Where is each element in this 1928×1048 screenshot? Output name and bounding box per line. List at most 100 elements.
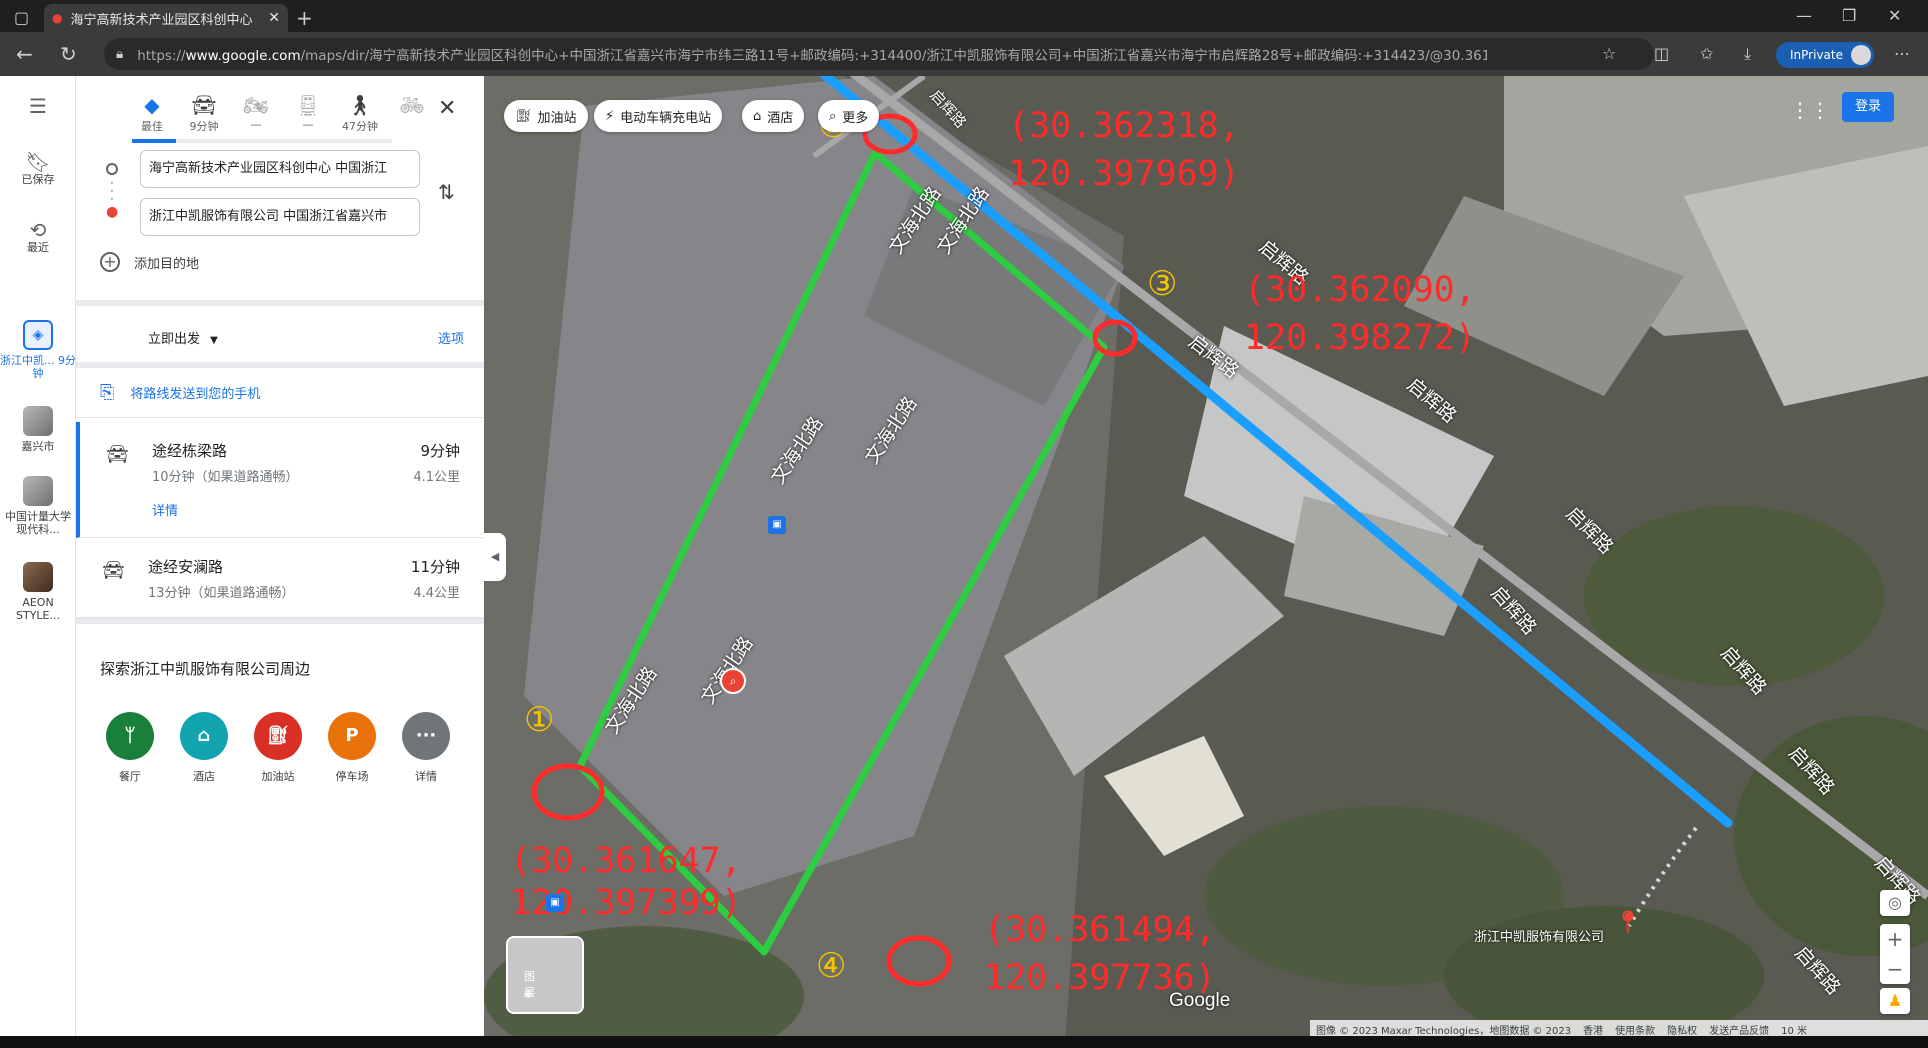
close-window-icon[interactable]: ✕ — [1888, 6, 1901, 25]
url-field[interactable]: 🔒︎ https://www.google.com/maps/dir/海宁高新技… — [104, 38, 1654, 70]
plus-icon: + — [100, 252, 120, 272]
tab-actions-icon[interactable]: ▢ — [14, 8, 29, 27]
add-destination-button[interactable]: + 添加目的地 — [100, 252, 199, 272]
browser-tabbar: ▢ ● 海宁高新技术产业园区科创中心 ✕ + — ❐ ✕ — [0, 0, 1928, 32]
taskbar-edge — [0, 1036, 1928, 1048]
mode-best[interactable]: ◆ 最佳 — [130, 92, 174, 134]
layers-button[interactable]: ◈ 图层 — [506, 936, 584, 1014]
split-screen-icon[interactable]: ◫ — [1654, 44, 1669, 63]
more-menu-icon[interactable]: ⋯ — [1894, 44, 1910, 63]
rail-recent-route[interactable]: ◈ 浙江中凯... 9分钟 — [0, 320, 76, 380]
options-link[interactable]: 选项 — [438, 328, 464, 347]
search-result-pin-icon[interactable]: ⌕ — [720, 668, 746, 694]
map-canvas[interactable]: 启辉路 启辉路 启辉路 启辉路 启辉路 启辉路 启辉路 启辉路 启辉路 启辉路 … — [484, 76, 1928, 1048]
login-button[interactable]: 登录 — [1842, 92, 1894, 122]
poi-hotel-button[interactable]: ⌂ 酒店 — [174, 712, 234, 784]
mode-drive[interactable]: 🚘︎ 9分钟 — [182, 92, 226, 134]
transit-stop-icon[interactable]: ▣ — [546, 894, 564, 912]
chip-gas[interactable]: ⛽︎ 加油站 — [504, 100, 588, 132]
destination-pin-icon: ● — [106, 204, 119, 220]
bookmark-icon: 🔖︎ — [25, 150, 51, 174]
browser-tab[interactable]: ● 海宁高新技术产业园区科创中心 ✕ — [44, 4, 288, 32]
transit-stop-icon[interactable]: ▣ — [768, 516, 786, 534]
poi-parking-button[interactable]: P 停车场 — [322, 712, 382, 784]
history-icon: ⟲ — [29, 218, 47, 242]
bed-icon: ⌂ — [753, 108, 762, 124]
hamburger-menu[interactable]: ☰ — [0, 96, 76, 117]
destination-input[interactable]: 浙江中凯服饰有限公司 中国浙江省嘉兴市 — [140, 198, 420, 236]
zoom-out-button[interactable]: − — [1880, 954, 1910, 984]
minimize-icon[interactable]: — — [1796, 6, 1812, 25]
route-details-link[interactable]: 详情 — [152, 500, 178, 519]
zoom-in-button[interactable]: + — [1880, 924, 1910, 954]
more-icon: ··· — [402, 712, 450, 760]
destination-marker-icon[interactable]: 📍︎ — [1614, 910, 1642, 935]
rail-place-jiaxing[interactable]: 嘉兴市 — [0, 406, 76, 453]
lock-icon: 🔒︎ — [116, 46, 124, 62]
poi-restaurant-button[interactable]: ᛘ 餐厅 — [100, 712, 160, 784]
favorite-star-icon[interactable]: ☆ — [1602, 44, 1616, 63]
marker-number: ④ — [816, 946, 847, 986]
send-to-phone-button[interactable]: ⎘ 将路线发送到您的手机 — [76, 368, 484, 418]
destination-label[interactable]: 浙江中凯服饰有限公司 — [1474, 926, 1604, 945]
poi-more-button[interactable]: ··· 详情 — [396, 712, 456, 784]
privacy-link[interactable]: 隐私权 — [1667, 1022, 1697, 1037]
chip-ev-charging[interactable]: ⚡︎ 电动车辆充电站 — [594, 100, 723, 132]
region-link[interactable]: 香港 — [1583, 1022, 1603, 1037]
marker-number: ① — [524, 700, 555, 740]
transit-icon: 🚆︎ — [295, 93, 321, 117]
close-tab-icon[interactable]: ✕ — [268, 10, 280, 26]
caret-down-icon: ▼ — [210, 335, 218, 346]
rail-saved[interactable]: 🔖︎ 已保存 — [0, 150, 76, 186]
scale-bar[interactable]: 10 米 — [1781, 1022, 1807, 1037]
feedback-link[interactable]: 发送产品反馈 — [1709, 1022, 1769, 1037]
mode-indicator — [132, 139, 392, 143]
apps-grid-icon[interactable]: ⋮⋮ — [1790, 98, 1830, 122]
my-location-button[interactable]: ◎ — [1880, 890, 1910, 916]
profile-avatar — [1851, 45, 1871, 65]
rail-recent[interactable]: ⟲ 最近 — [0, 218, 76, 254]
car-icon: 🚘︎ — [102, 560, 125, 581]
rail-place-university[interactable]: 中国计量大学现代科... — [0, 476, 76, 536]
gas-pump-icon: ⛽︎ — [254, 712, 302, 760]
route-option[interactable]: 🚘︎ 途经安澜路 13分钟（如果道路通畅） 11分钟 4.4公里 — [76, 538, 484, 618]
coordinate-label: (30.362318, 120.397969) — [1008, 106, 1240, 194]
chip-hotel[interactable]: ⌂ 酒店 — [742, 100, 805, 132]
collapse-panel-button[interactable]: ◀ — [484, 533, 506, 581]
refresh-icon[interactable]: ↻ — [60, 42, 77, 66]
mode-walk[interactable]: 🚶︎ 47分钟 — [338, 92, 382, 134]
divider — [76, 300, 484, 306]
download-icon[interactable]: ⤓ — [1744, 44, 1751, 64]
place-thumbnail — [23, 406, 53, 436]
inprivate-badge[interactable]: InPrivate — [1776, 42, 1874, 68]
coordinate-label: (30.361494, 120.397736) — [984, 910, 1216, 998]
route-option[interactable]: 🚘︎ 途经栋梁路 10分钟（如果道路通畅） 9分钟 4.1公里 详情 — [76, 422, 484, 538]
my-location-icon: ◎ — [1888, 893, 1902, 912]
url-text: https://www.google.com/maps/dir/海宁高新技术产业… — [137, 48, 1488, 64]
pegman-icon: ♟ — [1887, 991, 1903, 1010]
new-tab-icon[interactable]: + — [296, 6, 313, 30]
restaurant-icon: ᛘ — [106, 712, 154, 760]
mode-motorcycle[interactable]: 🏍︎ — — [234, 92, 278, 131]
directions-icon: ◈ — [23, 320, 53, 350]
swap-icon[interactable]: ⇅ — [438, 180, 455, 204]
mode-transit[interactable]: 🚆︎ — — [286, 92, 330, 131]
favorites-icon[interactable]: ✩ — [1700, 44, 1713, 63]
close-directions-icon[interactable]: ✕ — [438, 96, 456, 121]
travel-modes: ◆ 最佳 🚘︎ 9分钟 🏍︎ — 🚆︎ — 🚶︎ 47分钟 🚲︎ — [130, 92, 478, 134]
directions-panel: ◆ 最佳 🚘︎ 9分钟 🏍︎ — 🚆︎ — 🚶︎ 47分钟 🚲︎ ✕ · · · ● 海宁高新… — [76, 76, 484, 1048]
mode-bicycle[interactable]: 🚲︎ — [390, 92, 434, 118]
depart-dropdown[interactable]: 立即出发 ▼ — [148, 328, 218, 347]
back-icon[interactable]: ← — [16, 42, 33, 66]
motorcycle-icon: 🏍︎ — [243, 93, 269, 117]
maximize-icon[interactable]: ❐ — [1842, 6, 1856, 25]
poi-gas-button[interactable]: ⛽︎ 加油站 — [248, 712, 308, 784]
chip-more[interactable]: ⌕ 更多 — [818, 100, 880, 132]
maps-rail: ☰ 🔖︎ 已保存 ⟲ 最近 ◈ 浙江中凯... 9分钟 嘉兴市 中国计量大学现代科..… — [0, 76, 76, 1048]
origin-input[interactable]: 海宁高新技术产业园区科创中心 中国浙江 — [140, 150, 420, 188]
rail-place-aeon[interactable]: AEON STYLE... — [0, 562, 76, 622]
pegman-button[interactable]: ♟ — [1880, 988, 1910, 1014]
car-icon: 🚘︎ — [106, 444, 129, 465]
terms-link[interactable]: 使用条款 — [1615, 1022, 1655, 1037]
chevron-left-icon: ◀ — [490, 550, 500, 563]
